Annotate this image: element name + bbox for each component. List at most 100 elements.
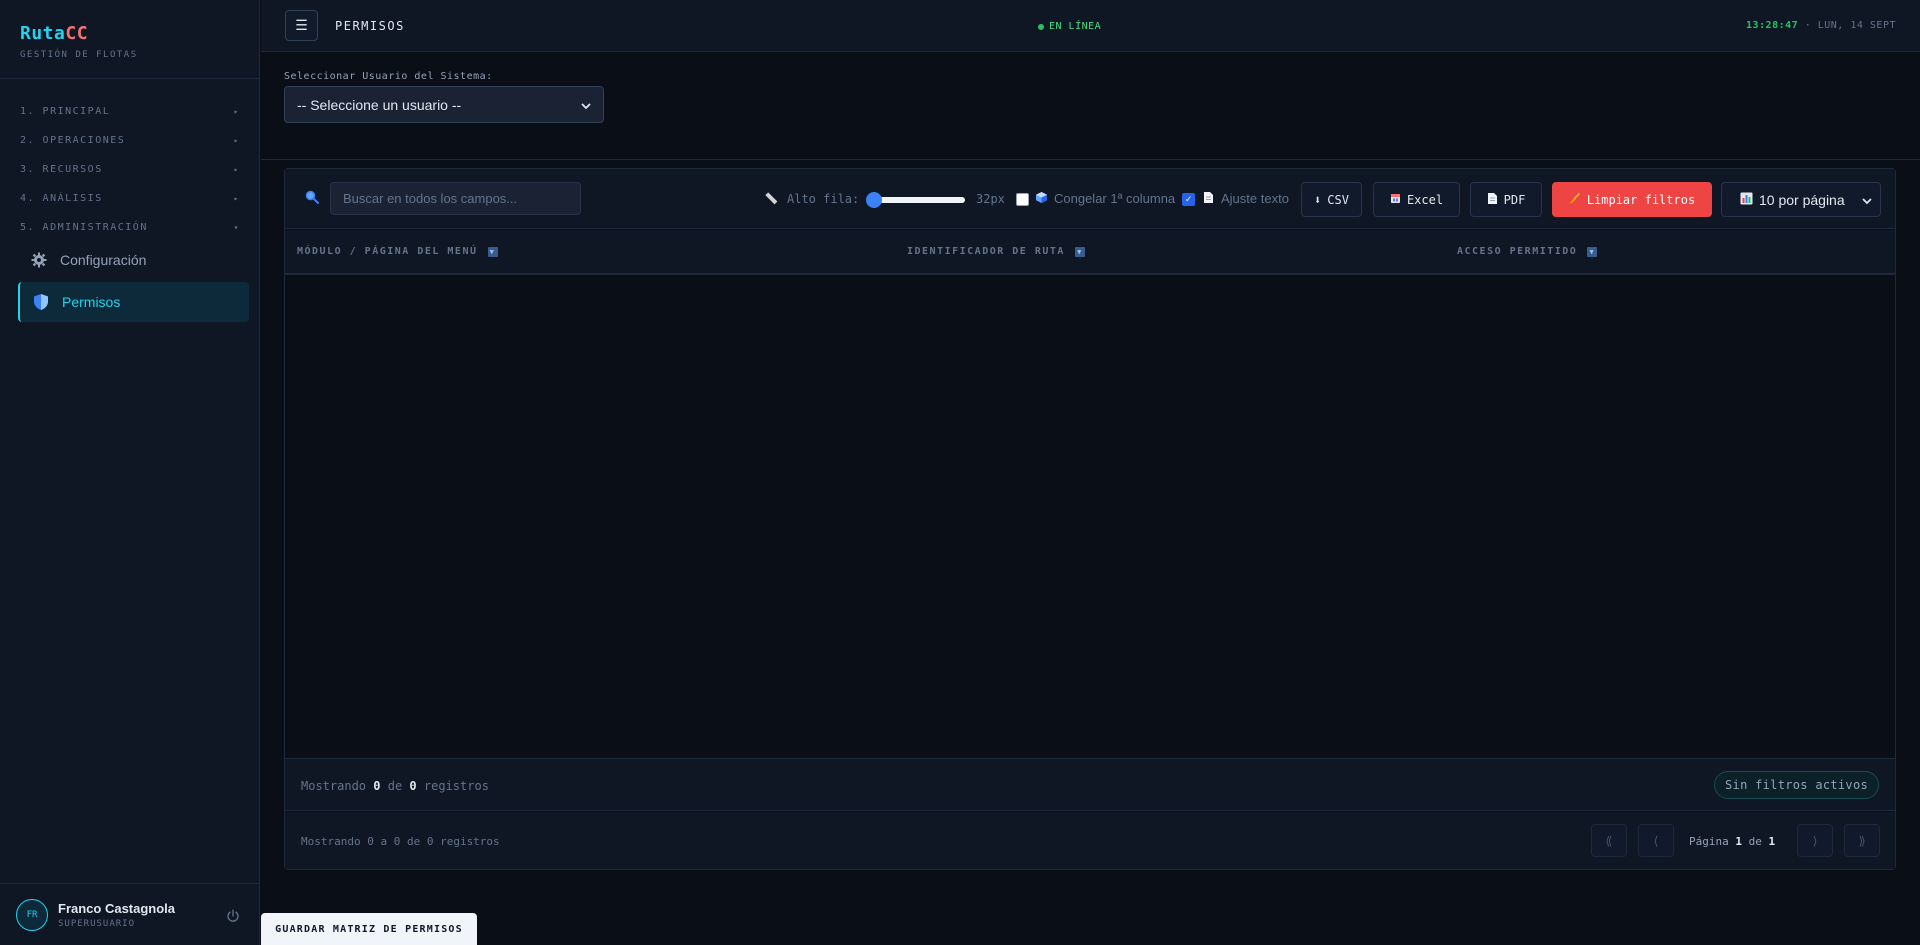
document-icon xyxy=(1203,191,1214,207)
shield-icon xyxy=(32,293,50,311)
wrap-text-checkbox[interactable]: ✓ xyxy=(1182,193,1195,206)
filter-icon[interactable]: ▼ xyxy=(1074,246,1085,257)
filter-icon[interactable]: ▼ xyxy=(487,246,498,257)
user-select-value: -- Seleccione un usuario -- xyxy=(297,96,462,113)
chevron-down-icon xyxy=(1862,192,1872,208)
status-text: EN LÍNEA xyxy=(1049,21,1102,32)
nav-section-analisis[interactable]: 4. ANÁLISIS ▸ xyxy=(20,189,240,207)
last-page-button[interactable]: ⟫ xyxy=(1844,824,1880,857)
first-page-button[interactable]: ⟪ xyxy=(1591,824,1627,857)
prev-page-button[interactable]: ⟨ xyxy=(1638,824,1674,857)
export-excel-label: Excel xyxy=(1406,192,1444,207)
sidebar: RutaCC GESTIÓN DE FLOTAS 1. PRINCIPAL ▸ … xyxy=(0,0,260,945)
summary-suffix: registros xyxy=(423,779,489,793)
nav-section-administracion[interactable]: 5. ADMINISTRACIÓN ▾ xyxy=(20,218,240,236)
row-height-slider-handle[interactable] xyxy=(865,192,882,208)
row-height-label: Alto fila: xyxy=(787,192,860,206)
nav-section-operaciones[interactable]: 2. OPERACIONES ▸ xyxy=(20,131,240,149)
broom-icon xyxy=(1569,192,1581,207)
sidebar-item-label: Configuración xyxy=(60,252,147,268)
clock-date: LUN, 14 SEPT xyxy=(1817,20,1896,31)
export-csv-label: CSV xyxy=(1327,192,1349,207)
clock-separator: · xyxy=(1804,20,1812,31)
column-header-modulo[interactable]: MÓDULO / PÁGINA DEL MENÚ ▼ xyxy=(297,246,498,257)
wrap-text-label: Ajuste texto xyxy=(1221,191,1289,206)
export-pdf-button[interactable]: PDF xyxy=(1470,182,1542,217)
status-dot-icon xyxy=(1038,23,1044,30)
total-pages: 1 xyxy=(1768,835,1776,848)
pagination-range: Mostrando 0 a 0 de 0 registros xyxy=(301,835,500,848)
nav-section-label: 5. ADMINISTRACIÓN xyxy=(20,221,148,233)
chevron-right-icon: ▸ xyxy=(233,106,240,116)
brand-name-part2: CC xyxy=(65,23,89,44)
brand-subtitle: GESTIÓN DE FLOTAS xyxy=(20,50,138,60)
user-info: Franco Castagnola SUPERUSUARIO xyxy=(58,901,175,929)
connection-status: EN LÍNEA xyxy=(1038,21,1101,32)
sidebar-item-label: Permisos xyxy=(62,294,121,310)
hamburger-icon: ☰ xyxy=(295,17,308,34)
cube-icon xyxy=(1035,191,1048,207)
search-input[interactable] xyxy=(330,182,581,215)
summary-prefix: Mostrando xyxy=(301,779,367,793)
clock: 13:28:47 · LUN, 14 SEPT xyxy=(1746,20,1896,31)
current-page: 1 xyxy=(1735,835,1742,848)
sidebar-divider xyxy=(0,78,259,79)
column-header-ruta[interactable]: IDENTIFICADOR DE RUTA ▼ xyxy=(907,246,1085,257)
export-excel-button[interactable]: Excel xyxy=(1373,182,1460,217)
search-icon xyxy=(305,190,319,208)
gear-icon xyxy=(30,251,48,269)
export-csv-button[interactable]: ⬇ CSV xyxy=(1301,182,1362,217)
clear-filters-label: Limpiar filtros xyxy=(1586,192,1696,207)
user-select[interactable]: -- Seleccione un usuario -- xyxy=(284,86,604,123)
brand-name: RutaCC xyxy=(20,23,138,44)
summary-shown-count: 0 xyxy=(373,779,381,793)
save-permissions-button[interactable]: GUARDAR MATRIZ DE PERMISOS xyxy=(261,913,477,945)
freeze-column-checkbox[interactable] xyxy=(1016,193,1029,206)
page-prefix: Página xyxy=(1689,835,1729,848)
clear-filters-button[interactable]: Limpiar filtros xyxy=(1552,182,1712,217)
chevron-down-icon: ▾ xyxy=(233,222,240,232)
user-name: Franco Castagnola xyxy=(58,900,176,916)
topbar: ☰ PERMISOS EN LÍNEA 13:28:47 · LUN, 14 S… xyxy=(261,0,1920,52)
column-header-acceso[interactable]: ACCESO PERMITIDO ▼ xyxy=(1457,246,1598,257)
user-panel: FR Franco Castagnola SUPERUSUARIO xyxy=(0,883,260,945)
nav-section-recursos[interactable]: 3. RECURSOS ▸ xyxy=(20,160,240,178)
table-toolbar: Alto fila: 32px Congelar 1ª columna ✓ Aj… xyxy=(285,169,1895,229)
page-title: PERMISOS xyxy=(335,19,405,33)
chevron-down-icon xyxy=(581,97,591,113)
filter-icon[interactable]: ▼ xyxy=(1587,246,1598,257)
brand[interactable]: RutaCC GESTIÓN DE FLOTAS xyxy=(20,23,138,60)
freeze-column-label: Congelar 1ª columna xyxy=(1054,191,1176,206)
document-icon xyxy=(1487,192,1498,208)
menu-toggle-button[interactable]: ☰ xyxy=(285,10,318,41)
permissions-table-panel: Alto fila: 32px Congelar 1ª columna ✓ Aj… xyxy=(284,168,1896,870)
table-summary: Mostrando 0 de 0 registros Sin filtros a… xyxy=(285,758,1895,811)
filters-status-badge: Sin filtros activos xyxy=(1714,771,1879,799)
sidebar-item-configuracion[interactable]: Configuración xyxy=(18,240,249,280)
sidebar-item-permisos[interactable]: Permisos xyxy=(18,282,249,322)
chevron-right-icon: ▸ xyxy=(233,135,240,145)
per-page-select[interactable]: 10 por página xyxy=(1721,182,1881,217)
table-header: MÓDULO / PÁGINA DEL MENÚ ▼ IDENTIFICADOR… xyxy=(285,230,1895,275)
brand-name-part1: Ruta xyxy=(20,23,66,44)
nav-section-principal[interactable]: 1. PRINCIPAL ▸ xyxy=(20,102,240,120)
summary-of: de xyxy=(387,779,403,793)
per-page-display: 10 por página xyxy=(1740,192,1845,208)
clock-time: 13:28:47 xyxy=(1745,20,1799,31)
row-height-slider[interactable] xyxy=(865,192,965,208)
chevron-right-icon: ▸ xyxy=(233,193,240,203)
chevron-right-icon: ▸ xyxy=(233,164,240,174)
spreadsheet-icon xyxy=(1390,192,1401,207)
column-header-label: MÓDULO / PÁGINA DEL MENÚ xyxy=(297,246,478,257)
next-page-button[interactable]: ⟩ xyxy=(1797,824,1833,857)
download-icon: ⬇ xyxy=(1314,192,1322,207)
column-header-label: ACCESO PERMITIDO xyxy=(1457,246,1578,257)
user-select-area: Seleccionar Usuario del Sistema: -- Sele… xyxy=(261,53,1920,160)
per-page-value: 10 por página xyxy=(1759,191,1845,208)
pagination: Mostrando 0 a 0 de 0 registros ⟪ ⟨ Págin… xyxy=(285,812,1895,869)
power-icon[interactable] xyxy=(226,908,240,927)
page-of: de xyxy=(1748,835,1762,848)
bar-chart-icon xyxy=(1740,192,1753,208)
user-role: SUPERUSUARIO xyxy=(58,918,136,929)
avatar[interactable]: FR xyxy=(16,898,48,931)
